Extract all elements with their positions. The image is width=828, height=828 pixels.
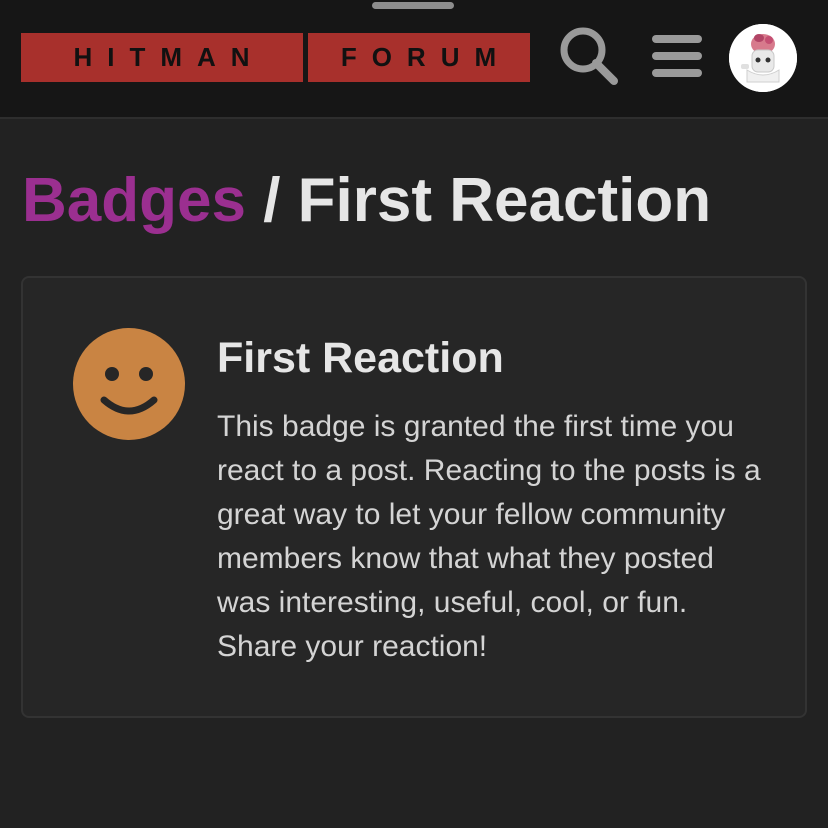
avatar-image <box>729 24 797 92</box>
logo-hitman: HITMAN <box>21 33 303 82</box>
search-icon <box>560 27 618 85</box>
hamburger-menu-icon <box>652 35 702 77</box>
badge-title: First Reaction <box>217 334 504 382</box>
breadcrumb-current: First Reaction <box>297 166 712 235</box>
breadcrumb-separator: / <box>245 166 298 235</box>
page: HITMAN FORUM Badges / First Reaction Fir… <box>0 0 828 828</box>
badge-description: This badge is granted the first time you… <box>217 410 761 663</box>
badge-card: First Reaction This badge is granted the… <box>21 276 807 718</box>
menu-button[interactable] <box>650 33 704 79</box>
site-header: HITMAN FORUM <box>0 0 828 119</box>
search-button[interactable] <box>558 25 620 87</box>
drag-handle[interactable] <box>372 2 454 9</box>
site-logo[interactable]: HITMAN FORUM <box>21 33 530 82</box>
logo-forum: FORUM <box>308 33 530 82</box>
smiley-face-icon <box>73 328 185 440</box>
user-avatar[interactable] <box>729 24 797 92</box>
page-title: Badges / First Reaction <box>22 163 711 239</box>
breadcrumb-badges-link[interactable]: Badges <box>22 166 246 235</box>
